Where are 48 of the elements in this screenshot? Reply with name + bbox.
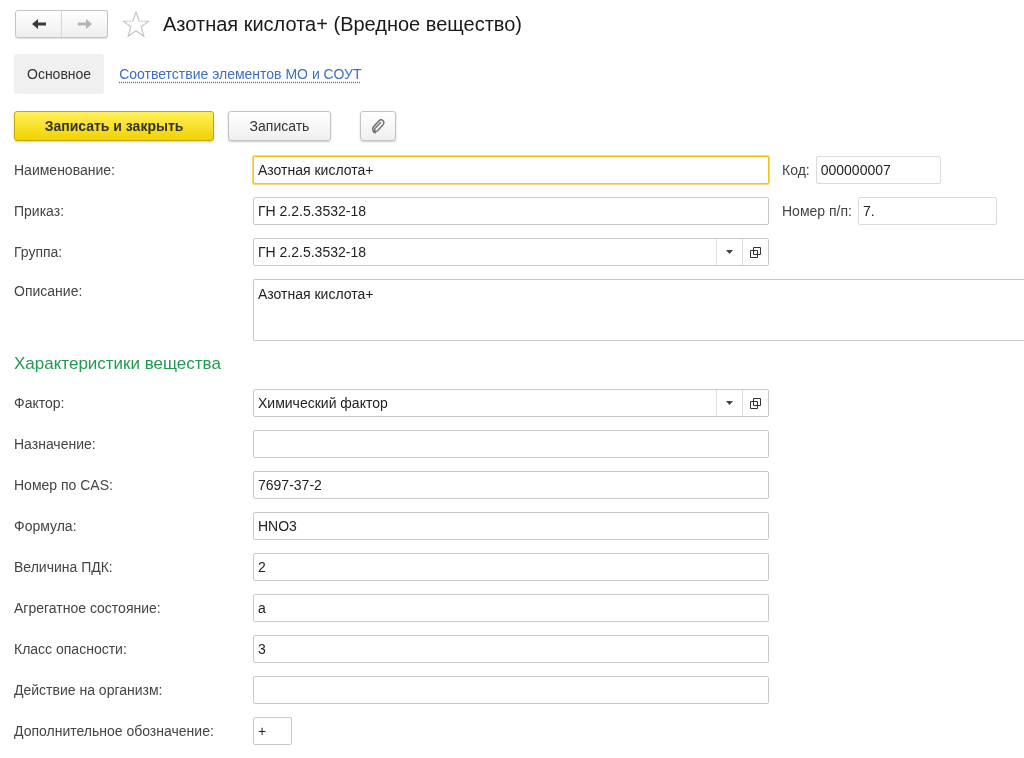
text-field[interactable] <box>253 676 769 704</box>
overlapping-squares-icon <box>750 246 761 258</box>
text-field[interactable]: 3 <box>253 635 769 663</box>
save-button[interactable]: Записать <box>228 111 331 141</box>
open-button[interactable] <box>742 390 768 416</box>
overlapping-squares-icon <box>750 397 761 409</box>
text-field[interactable]: HNO3 <box>253 512 769 540</box>
caret-icon <box>726 250 733 254</box>
text-field[interactable]: + <box>253 717 292 745</box>
text-field[interactable]: 000000007 <box>815 156 941 184</box>
field-label: Величина ПДК: <box>14 559 114 575</box>
text-field[interactable]: а <box>253 594 769 622</box>
text-field[interactable]: 7697-37-2 <box>253 471 769 499</box>
field-label: Номер по CAS: <box>14 477 114 493</box>
dropdown-field[interactable]: Химический фактор <box>253 389 769 417</box>
field-label: Описание: <box>14 282 84 299</box>
text-field[interactable]: 7. <box>857 197 997 225</box>
section-heading: Характеристики вещества <box>14 354 221 374</box>
field-label: Фактор: <box>14 395 66 411</box>
save-and-close-button[interactable]: Записать и закрыть <box>14 111 214 141</box>
field-label: Наименование: <box>14 162 116 178</box>
field-label: Номер п/п: <box>782 203 852 219</box>
text-field[interactable] <box>253 430 769 458</box>
field-label: Группа: <box>14 244 64 260</box>
field-label: Формула: <box>14 518 78 534</box>
window-title: Азотная кислота+ (Вредное вещество) <box>163 12 523 36</box>
star-icon[interactable] <box>122 10 150 38</box>
field-label: Класс опасности: <box>14 641 128 657</box>
paperclip-icon <box>371 118 385 134</box>
open-button[interactable] <box>742 239 768 265</box>
field-label: Действие на организм: <box>14 682 164 698</box>
caret-icon <box>726 401 733 405</box>
right-arrow-icon <box>77 19 92 29</box>
text-field[interactable]: Азотная кислота+ <box>253 156 769 184</box>
left-arrow-icon <box>31 19 46 29</box>
text-area[interactable]: Азотная кислота+ <box>253 279 1024 341</box>
tab[interactable]: Соответствие элементов МО и СОУТ <box>119 66 362 82</box>
field-label: Дополнительное обозначение: <box>14 723 215 739</box>
field-label: Приказ: <box>14 203 66 219</box>
field-label: Агрегатное состояние: <box>14 600 162 616</box>
attach-button[interactable] <box>360 111 396 141</box>
field-label: Код: <box>782 162 810 178</box>
text-field[interactable]: 2 <box>253 553 769 581</box>
field-label: Назначение: <box>14 436 97 452</box>
tab[interactable]: Основное <box>14 54 105 94</box>
text-field[interactable]: ГН 2.2.5.3532-18 <box>253 197 769 225</box>
dropdown-field[interactable]: ГН 2.2.5.3532-18 <box>253 238 769 266</box>
back-button[interactable] <box>15 10 62 38</box>
